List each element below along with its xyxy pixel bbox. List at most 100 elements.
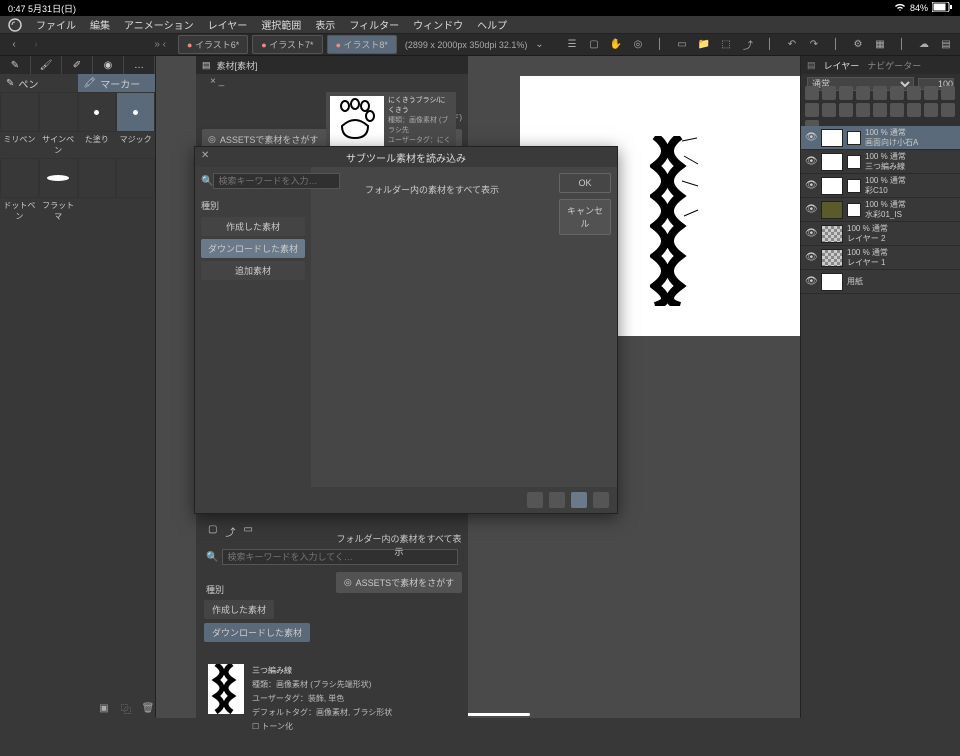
- pen2-icon[interactable]: ✐: [62, 56, 93, 74]
- menu-edit[interactable]: 編集: [90, 17, 110, 32]
- menu-icon[interactable]: ☰: [564, 37, 580, 53]
- layer-6[interactable]: 👁100 % 通常レイヤー 1: [801, 246, 960, 270]
- lower-assets-button[interactable]: ◎ ASSETSで素材をさがす: [336, 572, 462, 593]
- redo-icon[interactable]: ↷: [806, 37, 822, 53]
- l-icon-17[interactable]: [924, 103, 938, 117]
- layer-2[interactable]: 👁100 % 通常三つ編み線: [801, 150, 960, 174]
- close-icon[interactable]: ✕: [201, 150, 209, 161]
- dialog-show-all[interactable]: フォルダー内の素材をすべて表示: [321, 183, 543, 196]
- layer-1[interactable]: 👁100 % 通常画面向け小石A: [801, 126, 960, 150]
- ml-icon-2[interactable]: ⤴: [225, 524, 235, 539]
- export-icon[interactable]: ⤴: [740, 37, 756, 53]
- ml-icon-1[interactable]: ▢: [208, 524, 217, 539]
- l-icon-10[interactable]: [805, 103, 819, 117]
- brush-slot-7[interactable]: [78, 158, 117, 198]
- dialog-cat-2[interactable]: ダウンロードした素材: [201, 239, 305, 258]
- more-icon[interactable]: …: [124, 56, 155, 74]
- brush-slot-3[interactable]: [78, 92, 117, 132]
- l-icon-2[interactable]: [822, 86, 836, 100]
- save-icon[interactable]: ⬚: [718, 37, 734, 53]
- add-layer-icon[interactable]: ▣: [96, 700, 112, 716]
- close-x-icon[interactable]: × _: [210, 76, 224, 87]
- lower-show-all[interactable]: フォルダー内の素材をすべて表示: [336, 524, 462, 566]
- ok-button[interactable]: OK: [559, 173, 611, 193]
- brush-slot-6[interactable]: [39, 158, 78, 198]
- menu-help[interactable]: ヘルプ: [477, 17, 507, 32]
- brush-slot-1[interactable]: [0, 92, 39, 132]
- layers-tab[interactable]: レイヤー: [824, 59, 860, 72]
- rotate-icon[interactable]: ◎: [630, 37, 646, 53]
- material-item[interactable]: 三つ編み線 種類：画像素材 (ブラシ先端形状) ユーザータグ：装飾, 単色 デフ…: [202, 658, 462, 740]
- dialog-cat-1[interactable]: 作成した素材: [201, 217, 305, 236]
- l-icon-7[interactable]: [907, 86, 921, 100]
- layers-tab-icon[interactable]: ▤: [807, 60, 816, 71]
- cancel-button[interactable]: キャンセル: [559, 199, 611, 235]
- l-icon-8[interactable]: [924, 86, 938, 100]
- chevron-right-icon[interactable]: ›: [28, 37, 44, 53]
- chevron-left-icon[interactable]: ‹: [6, 37, 22, 53]
- menu-view[interactable]: 表示: [315, 17, 335, 32]
- box-icon[interactable]: ▦: [872, 37, 888, 53]
- lower-cat-1[interactable]: 作成した素材: [204, 600, 274, 619]
- doc-tab-2[interactable]: ● イラスト7*: [252, 35, 322, 54]
- view-icon-2[interactable]: [549, 492, 565, 508]
- l-icon-13[interactable]: [856, 103, 870, 117]
- eye-icon[interactable]: 👁: [805, 132, 817, 144]
- eye-icon[interactable]: 👁: [805, 204, 817, 216]
- lower-cat-2[interactable]: ダウンロードした素材: [204, 623, 310, 642]
- preview-thumb[interactable]: [330, 96, 384, 148]
- brush-slot-5[interactable]: [0, 158, 39, 198]
- view-icon-3[interactable]: [571, 492, 587, 508]
- l-icon-9[interactable]: [941, 86, 955, 100]
- l-icon-4[interactable]: [856, 86, 870, 100]
- open-icon[interactable]: 📁: [696, 37, 712, 53]
- l-icon-16[interactable]: [907, 103, 921, 117]
- airbrush-icon[interactable]: ◉: [93, 56, 124, 74]
- hand-icon[interactable]: ✋: [608, 37, 624, 53]
- doc-tab-3[interactable]: ● イラスト8*: [327, 35, 397, 54]
- ml-icon-3[interactable]: ▭: [243, 524, 252, 539]
- trash-icon[interactable]: 🗑: [140, 700, 156, 716]
- view-icon-1[interactable]: [527, 492, 543, 508]
- menu-selection[interactable]: 選択範囲: [261, 17, 301, 32]
- layer-4[interactable]: 👁100 % 通常水彩01_IS: [801, 198, 960, 222]
- dialog-title-bar[interactable]: ✕ サブツール素材を読み込み: [195, 147, 617, 167]
- brush-slot-2[interactable]: [39, 92, 78, 132]
- l-icon-5[interactable]: [873, 86, 887, 100]
- l-icon-12[interactable]: [839, 103, 853, 117]
- material-tab-label[interactable]: 素材[素材]: [217, 59, 258, 72]
- view-icon-4[interactable]: [593, 492, 609, 508]
- subtool-marker[interactable]: 🖍 マーカー: [78, 74, 156, 92]
- eye-icon[interactable]: 👁: [805, 228, 817, 240]
- brush-icon[interactable]: 🖌: [31, 56, 62, 74]
- chevron-down-icon[interactable]: ⌄: [531, 37, 547, 53]
- app-logo-icon[interactable]: [8, 18, 22, 32]
- eye-icon[interactable]: 👁: [805, 276, 817, 288]
- layer-paper[interactable]: 👁用紙: [801, 270, 960, 294]
- menu-window[interactable]: ウィンドウ: [413, 17, 463, 32]
- brush-slot-8[interactable]: [116, 158, 155, 198]
- pencil-icon[interactable]: ✎: [0, 56, 31, 74]
- eye-icon[interactable]: 👁: [805, 252, 817, 264]
- cloud-icon[interactable]: ☁: [916, 37, 932, 53]
- eye-icon[interactable]: 👁: [805, 180, 817, 192]
- doc-tab-1[interactable]: ● イラスト6*: [178, 35, 248, 54]
- grid-icon[interactable]: ▤: [938, 37, 954, 53]
- l-icon-15[interactable]: [890, 103, 904, 117]
- navigator-tab[interactable]: ナビゲーター: [867, 59, 921, 72]
- layer-5[interactable]: 👁100 % 通常レイヤー 2: [801, 222, 960, 246]
- menu-filter[interactable]: フィルター: [349, 17, 399, 32]
- menu-file[interactable]: ファイル: [36, 17, 76, 32]
- l-icon-11[interactable]: [822, 103, 836, 117]
- menu-layer[interactable]: レイヤー: [208, 17, 248, 32]
- menu-animation[interactable]: アニメーション: [124, 17, 194, 32]
- l-icon-18[interactable]: [941, 103, 955, 117]
- layer-3[interactable]: 👁100 % 通常彩C10: [801, 174, 960, 198]
- new-icon[interactable]: ▢: [586, 37, 602, 53]
- eye-icon[interactable]: 👁: [805, 156, 817, 168]
- l-icon-3[interactable]: [839, 86, 853, 100]
- l-icon-14[interactable]: [873, 103, 887, 117]
- l-icon-6[interactable]: [890, 86, 904, 100]
- dialog-cat-3[interactable]: 追加素材: [201, 261, 305, 280]
- gear-icon[interactable]: ⚙: [850, 37, 866, 53]
